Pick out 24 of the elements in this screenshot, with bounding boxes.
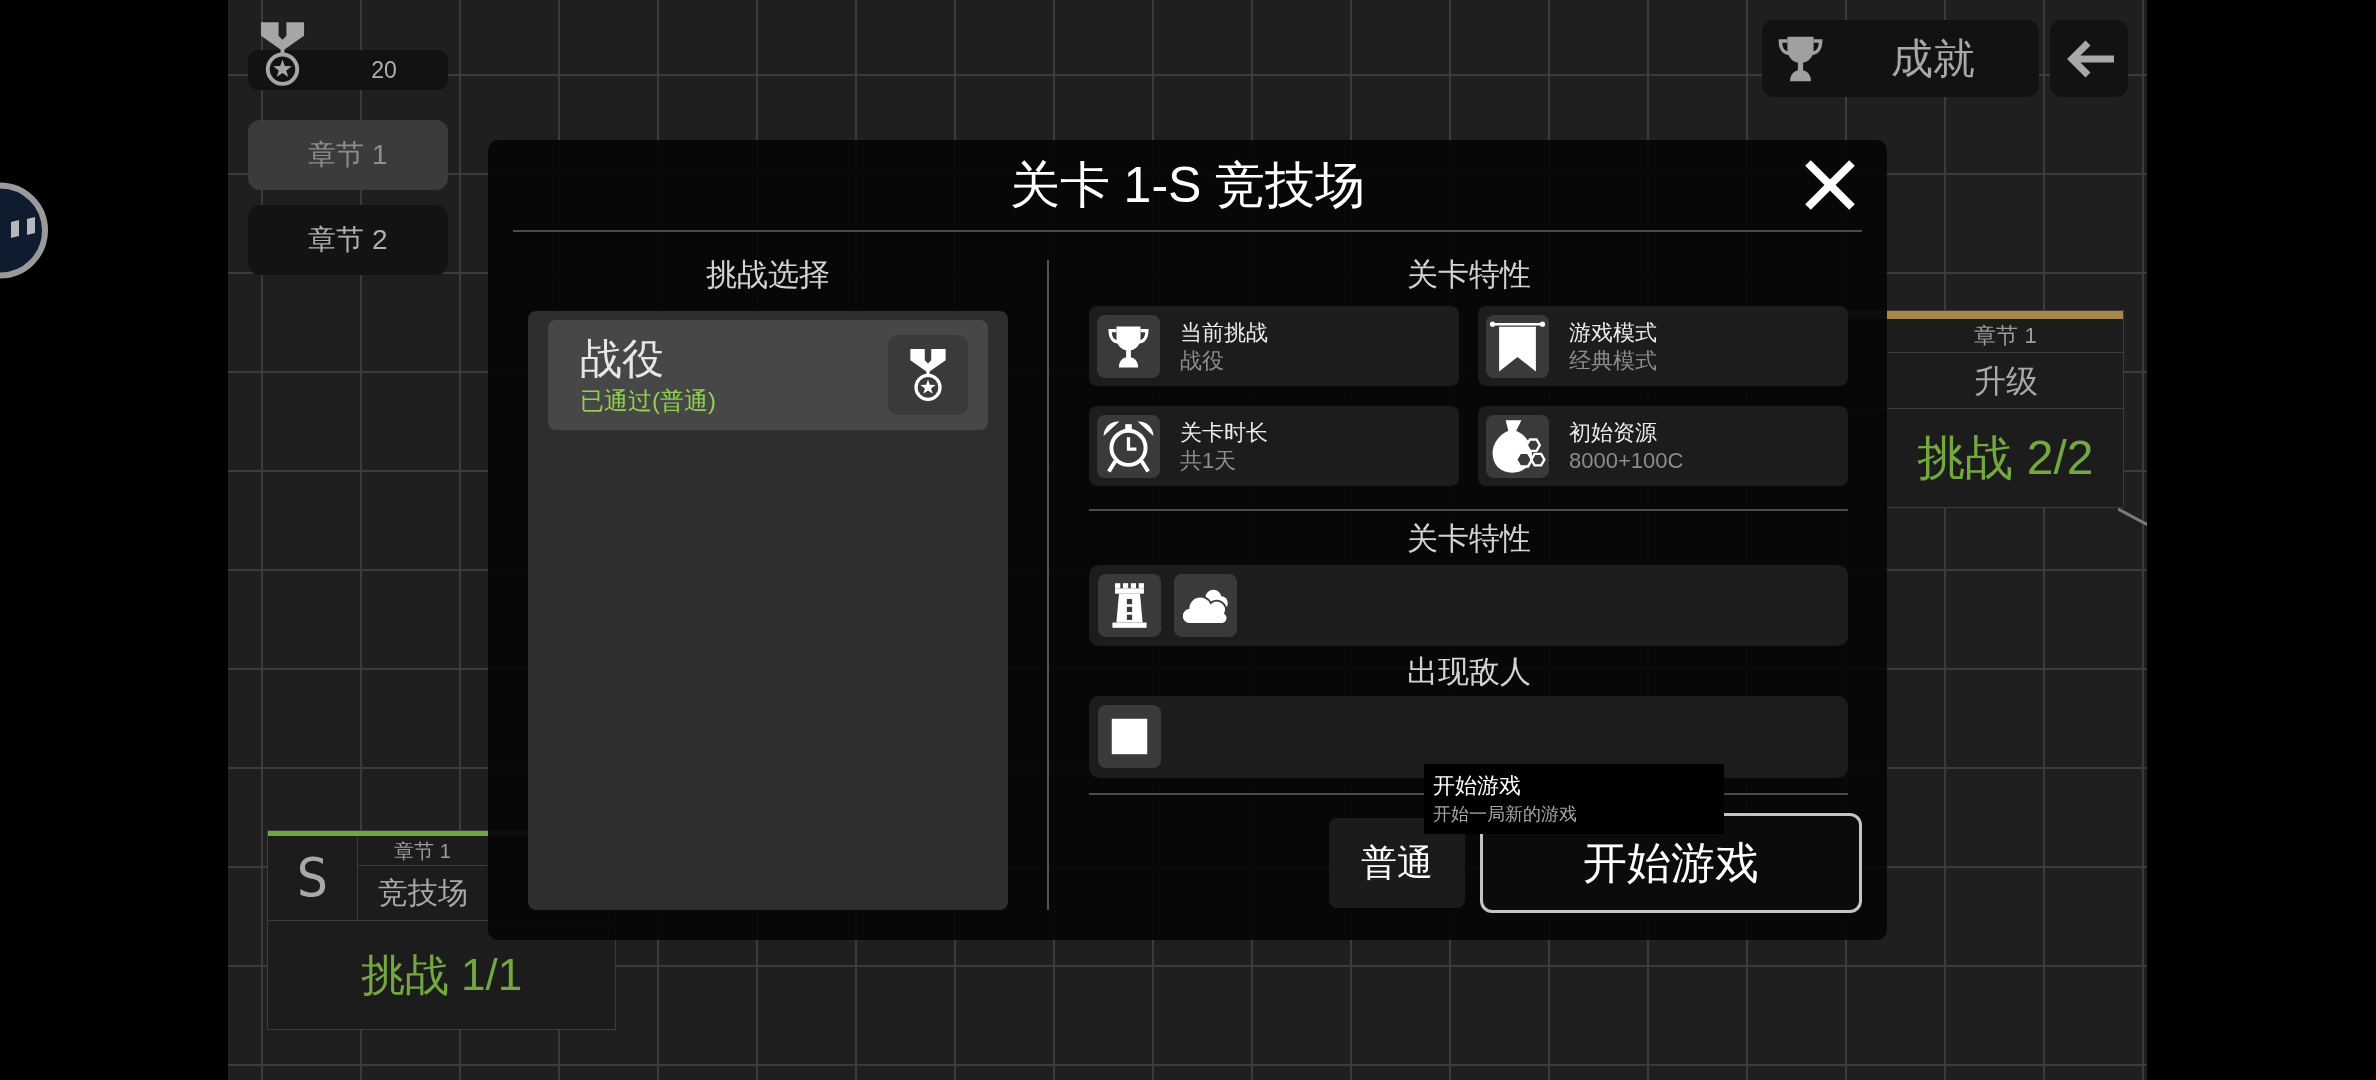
info-value: 战役	[1180, 347, 1225, 373]
challenge-progress: 挑战 1/1	[360, 953, 523, 997]
info-label: 关卡时长	[1180, 419, 1268, 445]
info-value: 共1天	[1180, 447, 1238, 473]
section-heading: 挑战选择	[706, 258, 830, 290]
info-value: 经典模式	[1569, 347, 1657, 373]
section-heading: 关卡特性	[1406, 258, 1531, 290]
level-name: 升级	[1973, 364, 2038, 397]
challenge-name: 战役	[580, 337, 665, 380]
info-label: 初始资源	[1569, 419, 1658, 445]
chapter-label: 章节 1	[394, 840, 451, 861]
dialog-title: 关卡 1-S 竞技场	[1009, 160, 1366, 210]
info-label: 游戏模式	[1569, 319, 1657, 345]
section-heading: 关卡特性	[1406, 522, 1531, 554]
info-label: 当前挑战	[1180, 319, 1268, 345]
medal-count: 20	[371, 58, 397, 82]
info-value: 8000+100C	[1569, 447, 1684, 473]
level-name: 竞技场	[377, 878, 468, 908]
challenge-progress: 挑战 2/2	[1917, 434, 2094, 482]
chapter-label: 章节 1	[1974, 324, 2037, 347]
section-heading: 出现敌人	[1406, 655, 1531, 687]
tooltip-title: 开始游戏	[1433, 773, 1522, 799]
level-glyph: S	[296, 851, 329, 905]
challenge-status: 已通过(普通)	[580, 388, 716, 413]
